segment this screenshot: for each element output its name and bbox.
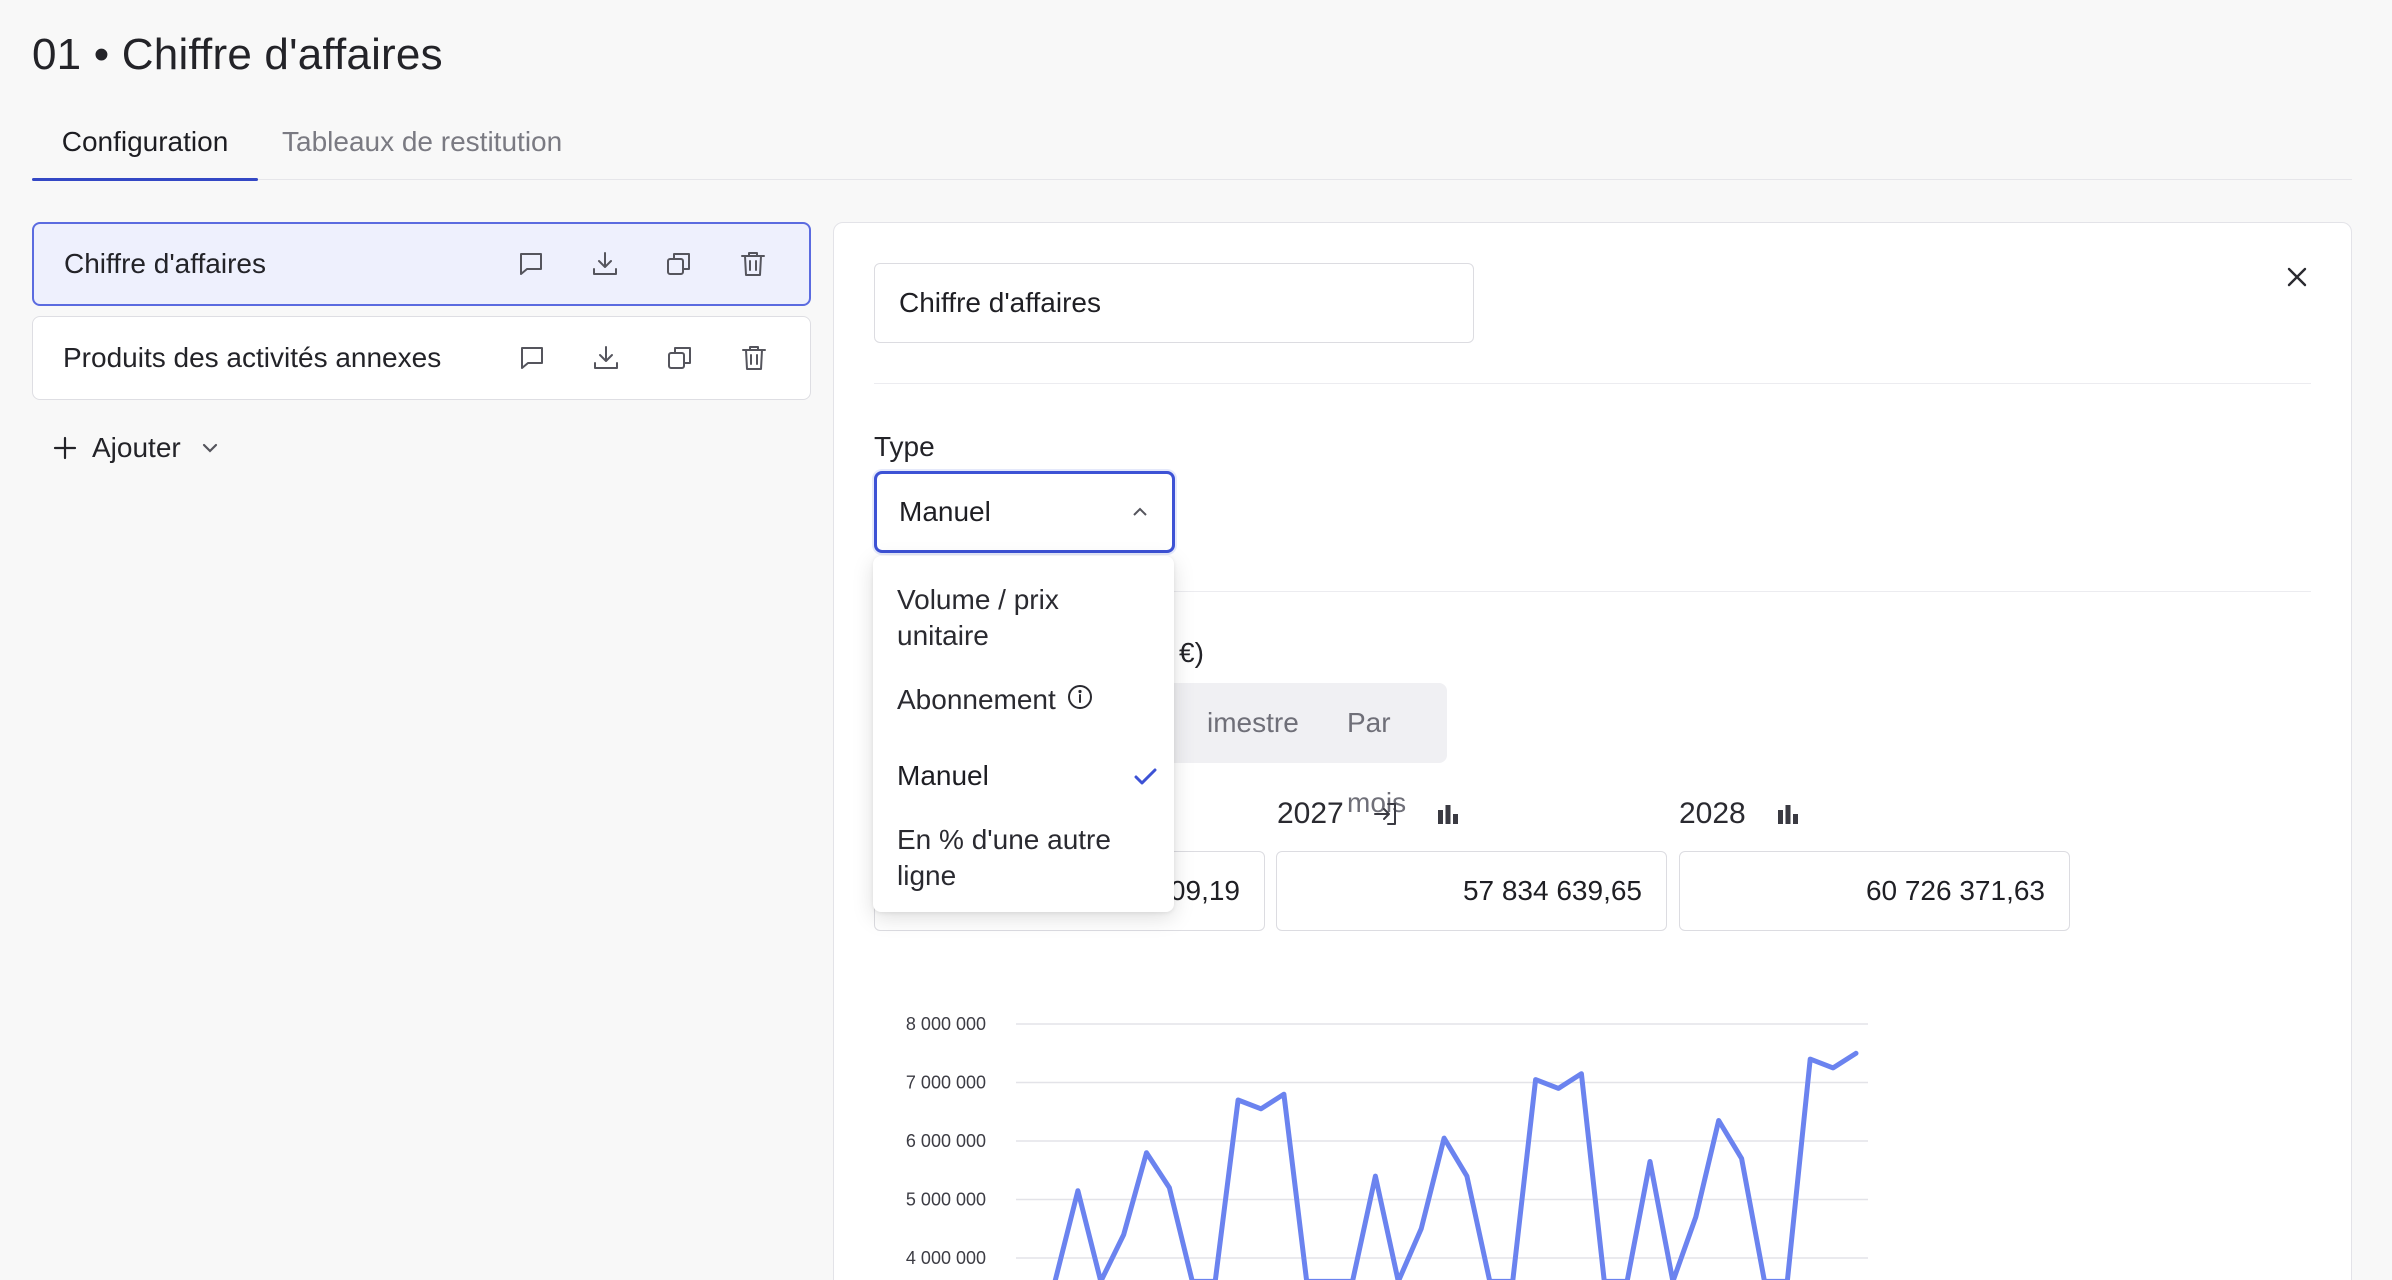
type-option-abonnement[interactable]: Abonnement bbox=[897, 682, 1157, 718]
page-title: 01 • Chiffre d'affaires bbox=[32, 30, 443, 79]
type-dropdown-menu: Volume / prix unitaire Abonnement Manuel… bbox=[873, 556, 1174, 912]
type-select-value: Manuel bbox=[899, 496, 991, 527]
option-label: Volume / prix unitaire bbox=[897, 584, 1059, 651]
duplicate-icon[interactable] bbox=[662, 340, 698, 376]
section-heading: €) bbox=[1179, 637, 1204, 668]
close-icon[interactable] bbox=[2281, 261, 2313, 293]
year-label: 2028 bbox=[1679, 797, 1746, 830]
type-option-volume-prix-unitaire[interactable]: Volume / prix unitaire bbox=[897, 582, 1157, 654]
chevron-down-icon bbox=[202, 443, 217, 453]
comment-icon[interactable] bbox=[514, 340, 550, 376]
year-header-2028: 2028 bbox=[1679, 797, 1802, 831]
line-actions bbox=[513, 246, 771, 282]
add-line-button[interactable]: Ajouter bbox=[52, 432, 221, 464]
option-label: Manuel bbox=[897, 760, 989, 791]
line-actions bbox=[514, 340, 772, 376]
bar-chart-icon[interactable] bbox=[1774, 800, 1802, 828]
line-name-input[interactable] bbox=[874, 263, 1474, 343]
comment-icon[interactable] bbox=[513, 246, 549, 282]
import-icon[interactable] bbox=[1372, 800, 1400, 828]
check-icon bbox=[1134, 768, 1157, 785]
value-input-2027[interactable]: 57 834 639,65 bbox=[1276, 851, 1667, 931]
chart-y-ticks: 8 000 000 7 000 000 6 000 000 5 000 000 4 00… bbox=[906, 1014, 986, 1268]
tab-configuration[interactable]: Configuration bbox=[32, 120, 258, 181]
info-icon[interactable] bbox=[1066, 683, 1094, 711]
y-tick-label: 7 000 000 bbox=[906, 1073, 986, 1093]
line-item-produits-des-activites-annexes[interactable]: Produits des activités annexes bbox=[32, 316, 811, 400]
plus-icon bbox=[53, 436, 77, 460]
line-item-label: Chiffre d'affaires bbox=[64, 248, 266, 279]
revenue-line-chart: 8 000 000 7 000 000 6 000 000 5 000 000 4 00… bbox=[906, 1014, 1868, 1280]
type-select[interactable]: Manuel bbox=[874, 471, 1175, 553]
bar-chart-icon[interactable] bbox=[1434, 800, 1462, 828]
type-option-manuel[interactable]: Manuel bbox=[897, 758, 1157, 794]
period-tab-par-mois[interactable]: Par mois bbox=[1347, 683, 1447, 818]
option-label: Abonnement bbox=[897, 684, 1056, 715]
type-option-en-pourcentage[interactable]: En % d'une autre ligne bbox=[897, 822, 1157, 894]
period-tab-trimestre[interactable]: imestre bbox=[1207, 683, 1299, 763]
duplicate-icon[interactable] bbox=[661, 246, 697, 282]
y-tick-label: 8 000 000 bbox=[906, 1014, 986, 1034]
tab-tableaux-de-restitution[interactable]: Tableaux de restitution bbox=[282, 120, 562, 180]
download-icon[interactable] bbox=[587, 246, 623, 282]
series-line bbox=[1052, 1050, 1859, 1280]
y-tick-label: 5 000 000 bbox=[906, 1190, 986, 1210]
chevron-up-icon bbox=[1133, 507, 1147, 516]
line-item-chiffre-daffaires[interactable]: Chiffre d'affaires bbox=[32, 222, 811, 306]
download-icon[interactable] bbox=[588, 340, 624, 376]
divider bbox=[874, 383, 2311, 384]
type-label: Type bbox=[874, 431, 935, 462]
value-input-2028[interactable]: 60 726 371,63 bbox=[1679, 851, 2070, 931]
tab-bar: Configuration Tableaux de restitution bbox=[32, 120, 2352, 181]
y-tick-label: 6 000 000 bbox=[906, 1131, 986, 1151]
option-label: En % d'une autre ligne bbox=[897, 824, 1111, 891]
year-label: 2027 bbox=[1277, 797, 1344, 830]
line-item-label: Produits des activités annexes bbox=[63, 342, 442, 373]
trash-icon[interactable] bbox=[736, 340, 772, 376]
add-line-label: Ajouter bbox=[92, 432, 181, 463]
year-header-2027: 2027 bbox=[1277, 797, 1462, 831]
y-tick-label: 4 000 000 bbox=[906, 1248, 986, 1268]
trash-icon[interactable] bbox=[735, 246, 771, 282]
